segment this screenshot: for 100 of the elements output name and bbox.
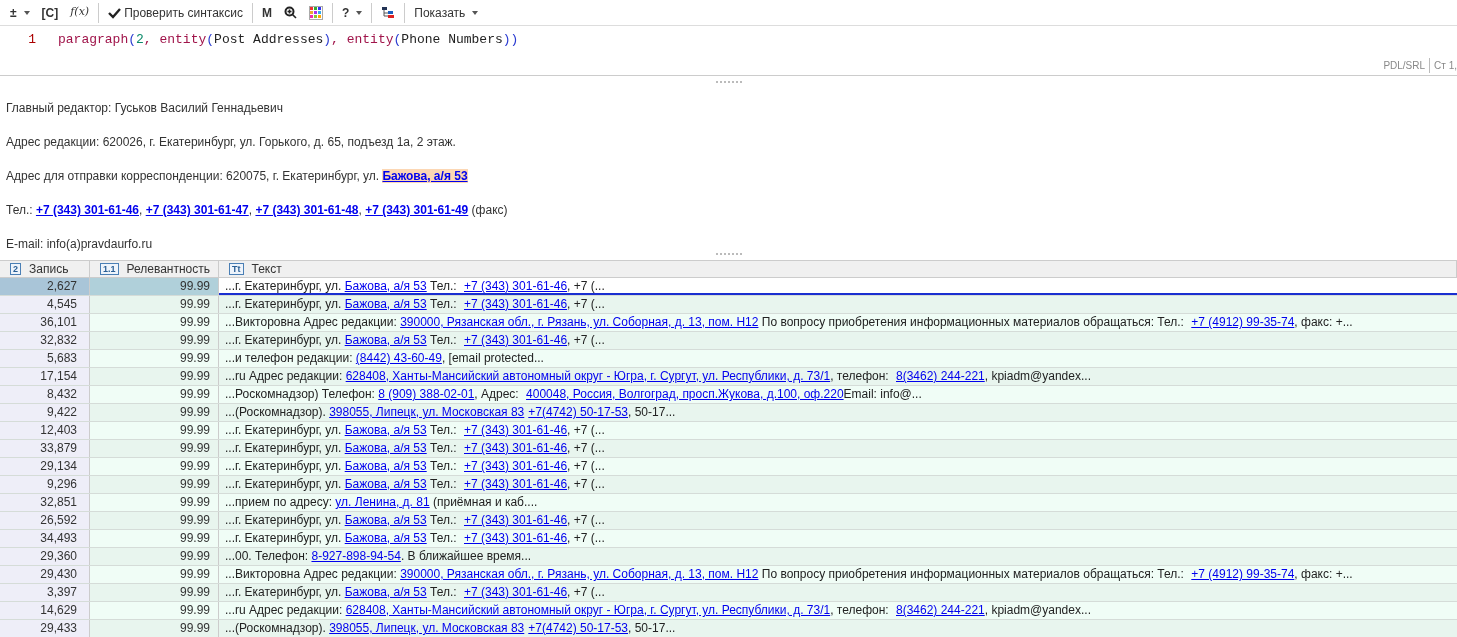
table-cell-text: ...г. Екатеринбург, ул. Бажова, а/я 53 Тел.: +7 (343) 301-61-46, +7 (... bbox=[224, 584, 606, 601]
preview-paragraph: Тел.: +7 (343) 301-61-46, +7 (343) 301-61-47, +7 (343) 301-61-48, +7 (343) 301-61-49 (факс) bbox=[6, 202, 509, 218]
table-cell: 99.99 bbox=[90, 386, 219, 403]
table-cell-text: ...ru Адрес редакции: 628408, Ханты-Мансийский автономный округ - Югра, г. Сургут, ул. Республики, д. 73/1, телефон: 8(3462) 244-221, kpiadm@yandex... bbox=[224, 602, 1092, 619]
text-link[interactable]: 8(3462) 244-221 bbox=[896, 369, 985, 383]
table-row[interactable] bbox=[0, 566, 1457, 584]
splitter-handle[interactable] bbox=[715, 81, 742, 83]
table-row[interactable]: 29,433 99.99 ...(Роскомнадзор). 398055, Липецк, ул. Московская 83 +7(4742) 50-17-53, 50-17... bbox=[0, 620, 1457, 637]
table-row[interactable]: 2,627 99.99 ...г. Екатеринбург, ул. Бажова, а/я 53 Тел.: +7 (343) 301-61-46, +7 (... bbox=[0, 278, 1457, 296]
preview-paragraph: E-mail: info(a)pravdaurfo.ru bbox=[6, 236, 154, 252]
table-row[interactable]: 3,397 99.99 ...г. Екатеринбург, ул. Бажова, а/я 53 Тел.: +7 (343) 301-61-46, +7 (... bbox=[0, 584, 1457, 602]
text-link[interactable]: 8(3462) 244-221 bbox=[896, 603, 985, 617]
code-line: paragraph(2, entity(Post Addresses), entity(Phone Numbers)) bbox=[58, 32, 519, 47]
toolbar-button[interactable]: Показать bbox=[408, 1, 485, 24]
table-row[interactable]: 17,154 99.99 ...ru Адрес редакции: 628408, Ханты-Мансийский автономный округ - Югра, г. Сургут, ул. Республики, д. 73/1, телефон: 8(3462) 244-221, kpiadm@yandex... bbox=[0, 368, 1457, 386]
table-row[interactable]: 29,360 99.99 ...00. Телефон: 8-927-898-94-54. В ближайшее время... bbox=[0, 548, 1457, 566]
text-link[interactable]: Бажова, а/я 53 bbox=[344, 531, 427, 545]
table-cell: 99.99 bbox=[90, 566, 219, 583]
table-cell: 99.99 bbox=[90, 314, 219, 331]
text-link[interactable]: +7 (343) 301-61-48 bbox=[255, 203, 359, 217]
highlighted-link[interactable]: Бажова, а/я 53 bbox=[382, 169, 468, 183]
table-cell-text: ...г. Екатеринбург, ул. Бажова, а/я 53 Тел.: +7 (343) 301-61-46, +7 (... bbox=[224, 476, 606, 493]
table-row[interactable] bbox=[0, 314, 1457, 332]
text-link[interactable]: 8-927-898-94-54 bbox=[311, 549, 401, 563]
table-row[interactable]: 26,592 99.99 ...г. Екатеринбург, ул. Бажова, а/я 53 Тел.: +7 (343) 301-61-46, +7 (... bbox=[0, 512, 1457, 530]
text-link[interactable]: Бажова, а/я 53 bbox=[344, 423, 427, 437]
table-cell: 5,683 bbox=[0, 350, 90, 367]
table-cell: 12,403 bbox=[0, 422, 90, 439]
table-cell: 3,397 bbox=[0, 584, 90, 601]
table-cell: 29,134 bbox=[0, 458, 90, 475]
table-cell: 99.99 bbox=[90, 296, 219, 313]
table-cell: 9,422 bbox=[0, 404, 90, 421]
table-row[interactable]: 32,851 99.99 ...прием по адресу: ул. Ленина, д. 81 (приёмная и каб.... bbox=[0, 494, 1457, 512]
text-link[interactable]: (8442) 43-60-49 bbox=[355, 351, 442, 365]
table-cell: 17,154 bbox=[0, 368, 90, 385]
text-link[interactable]: Бажова, а/я 53 bbox=[344, 477, 427, 491]
table-row[interactable]: 9,422 99.99 ...(Роскомнадзор). 398055, Липецк, ул. Московская 83 +7(4742) 50-17-53, 50-17... bbox=[0, 404, 1457, 422]
table-cell: 14,629 bbox=[0, 602, 90, 619]
text-link[interactable]: Бажова, а/я 53 bbox=[344, 513, 427, 527]
preview-paragraph: Главный редактор: Гуськов Василий Геннадьевич bbox=[6, 100, 284, 116]
text-link[interactable]: 390000, Рязанская обл., г. Рязань, ул. Соборная, д. 13, пом. Н12 bbox=[400, 315, 759, 329]
color-grid-icon bbox=[308, 5, 323, 20]
text-link[interactable]: Бажова, а/я 53 bbox=[344, 441, 427, 455]
table-cell-text: ...г. Екатеринбург, ул. Бажова, а/я 53 Тел.: +7 (343) 301-61-46, +7 (... bbox=[224, 530, 606, 547]
text-link[interactable]: 398055, Липецк, ул. Московская 83 bbox=[329, 405, 525, 419]
table-row[interactable]: 14,629 99.99 ...ru Адрес редакции: 628408, Ханты-Мансийский автономный округ - Югра, г. Сургут, ул. Республики, д. 73/1, телефон: 8(3462) 244-221, kpiadm@yandex... bbox=[0, 602, 1457, 620]
table-cell: 99.99 bbox=[90, 368, 219, 385]
column-header[interactable]: 1.1 Релевантность bbox=[90, 261, 219, 277]
text-link[interactable]: +7 (343) 301-61-47 bbox=[145, 203, 249, 217]
table-row[interactable]: 8,432 99.99 ...Роскомнадзор) Телефон: 8 (909) 388-02-01, Адрес: 400048, Россия, Волгоград, просп.Жукова, д.100, оф.220Email: info@... bbox=[0, 386, 1457, 404]
text-link[interactable]: ул. Ленина, д. 81 bbox=[335, 495, 430, 509]
table-cell-text: ...00. Телефон: 8-927-898-94-54. В ближайшее время... bbox=[224, 548, 533, 565]
text-link[interactable]: Бажова, а/я 53 bbox=[344, 333, 427, 347]
toolbar-button[interactable]: [C] bbox=[35, 1, 65, 24]
text-link[interactable]: Бажова, а/я 53 bbox=[344, 585, 427, 599]
table-row[interactable]: 29,134 99.99 ...г. Екатеринбург, ул. Бажова, а/я 53 Тел.: +7 (343) 301-61-46, +7 (... bbox=[0, 458, 1457, 476]
table-cell-text: ...г. Екатеринбург, ул. Бажова, а/я 53 Тел.: +7 (343) 301-61-46, +7 (... bbox=[224, 332, 606, 349]
toolbar-button[interactable]: f(x) bbox=[64, 1, 96, 24]
code-editor[interactable]: 1 paragraph(2, entity(Post Addresses), entity(Phone Numbers)) PDL/SRL Ст 1, bbox=[0, 26, 1457, 76]
column-header[interactable]: Tt Текст bbox=[219, 261, 1457, 277]
toolbar-button[interactable]: M bbox=[255, 1, 278, 24]
preview-paragraph: Адрес для отправки корреспонденции: 620075, г. Екатеринбург, ул. Бажова, а/я 53 bbox=[6, 168, 469, 184]
text-link[interactable]: Бажова, а/я 53 bbox=[344, 297, 427, 311]
text-link[interactable]: +7 (343) 301-61-46 bbox=[35, 203, 139, 217]
table-row[interactable]: 5,683 99.99 ...и телефон редакции: (8442) 43-60-49, [email protected... bbox=[0, 350, 1457, 368]
table-cell-text: ...Викторовна Адрес редакции: 390000, Рязанская обл., г. Рязань, ул. Соборная, д. 13, пом. Н12 По вопросу приобретения информационных материалов обращаться: Тел.: +7 (4912) 99-35-74, факс: +... bbox=[224, 314, 1354, 331]
status-text: Ст 1, bbox=[1429, 58, 1457, 73]
text-link[interactable]: Бажова, а/я 53 bbox=[344, 279, 427, 293]
text-link[interactable]: 398055, Липецк, ул. Московская 83 bbox=[329, 621, 525, 635]
splitter-handle[interactable] bbox=[715, 253, 742, 255]
table-cell: 99.99 bbox=[90, 584, 219, 601]
toolbar-button[interactable]: ? bbox=[335, 1, 369, 24]
table-cell: 99.99 bbox=[90, 332, 219, 349]
table-cell: 34,493 bbox=[0, 530, 90, 547]
table-row[interactable]: 34,493 99.99 ...г. Екатеринбург, ул. Бажова, а/я 53 Тел.: +7 (343) 301-61-46, +7 (... bbox=[0, 530, 1457, 548]
table-row[interactable]: 33,879 99.99 ...г. Екатеринбург, ул. Бажова, а/я 53 Тел.: +7 (343) 301-61-46, +7 (... bbox=[0, 440, 1457, 458]
table-row[interactable]: 9,296 99.99 ...г. Екатеринбург, ул. Бажова, а/я 53 Тел.: +7 (343) 301-61-46, +7 (... bbox=[0, 476, 1457, 494]
table-cell-text: ...г. Екатеринбург, ул. Бажова, а/я 53 Тел.: +7 (343) 301-61-46, +7 (... bbox=[224, 296, 606, 313]
toolbar-button[interactable]: ± bbox=[4, 1, 36, 24]
table-cell-text: ...(Роскомнадзор). 398055, Липецк, ул. Московская 83 +7(4742) 50-17-53, 50-17... bbox=[224, 620, 677, 637]
text-link[interactable]: 390000, Рязанская обл., г. Рязань, ул. Соборная, д. 13, пом. Н12 bbox=[400, 567, 759, 581]
toolbar-button[interactable]: Проверить синтаксис bbox=[102, 1, 249, 24]
table-cell: 33,879 bbox=[0, 440, 90, 457]
text-link[interactable]: +7 (343) 301-61-49 bbox=[365, 203, 469, 217]
text-link[interactable]: Бажова, а/я 53 bbox=[344, 459, 427, 473]
table-row[interactable]: 32,832 99.99 ...г. Екатеринбург, ул. Бажова, а/я 53 Тел.: +7 (343) 301-61-46, +7 (... bbox=[0, 332, 1457, 350]
table-cell: 99.99 bbox=[90, 350, 219, 367]
table-cell-text: ...(Роскомнадзор). 398055, Липецк, ул. Московская 83 +7(4742) 50-17-53, 50-17... bbox=[224, 404, 677, 421]
table-cell-text: ...и телефон редакции: (8442) 43-60-49, [email protected... bbox=[224, 350, 545, 367]
table-cell-text: ...ru Адрес редакции: 628408, Ханты-Мансийский автономный округ - Югра, г. Сургут, ул. Республики, д. 73/1, телефон: 8(3462) 244-221, kpiadm@yandex... bbox=[224, 368, 1092, 385]
table-cell: ...г. Екатеринбург, ул. Бажова, а/я 53 Тел.: +7 (343) 301-61-46, +7 (... bbox=[219, 278, 1457, 295]
table-cell-text: ...Роскомнадзор) Телефон: 8 (909) 388-02-01, Адрес: 400048, Россия, Волгоград, просп.Жукова, д.100, оф.220Email: info@... bbox=[224, 386, 923, 403]
zoom-in-icon bbox=[283, 6, 297, 19]
table-cell-text: ...г. Екатеринбург, ул. Бажова, а/я 53 Тел.: +7 (343) 301-61-46, +7 (... bbox=[224, 458, 606, 475]
column-header[interactable]: 2 Запись bbox=[0, 261, 90, 277]
table-row[interactable]: 12,403 99.99 ...г. Екатеринбург, ул. Бажова, а/я 53 Тел.: +7 (343) 301-61-46, +7 (... bbox=[0, 422, 1457, 440]
table-row[interactable]: 4,545 99.99 ...г. Екатеринбург, ул. Бажова, а/я 53 Тел.: +7 (343) 301-61-46, +7 (... bbox=[0, 296, 1457, 314]
table-cell-text: ...г. Екатеринбург, ул. Бажова, а/я 53 Тел.: +7 (343) 301-61-46, +7 (... bbox=[224, 422, 606, 439]
text-link[interactable]: 400048, Россия, Волгоград, просп.Жукова, д.100, оф.220 bbox=[526, 387, 844, 401]
type-icon: Tt bbox=[229, 263, 244, 275]
